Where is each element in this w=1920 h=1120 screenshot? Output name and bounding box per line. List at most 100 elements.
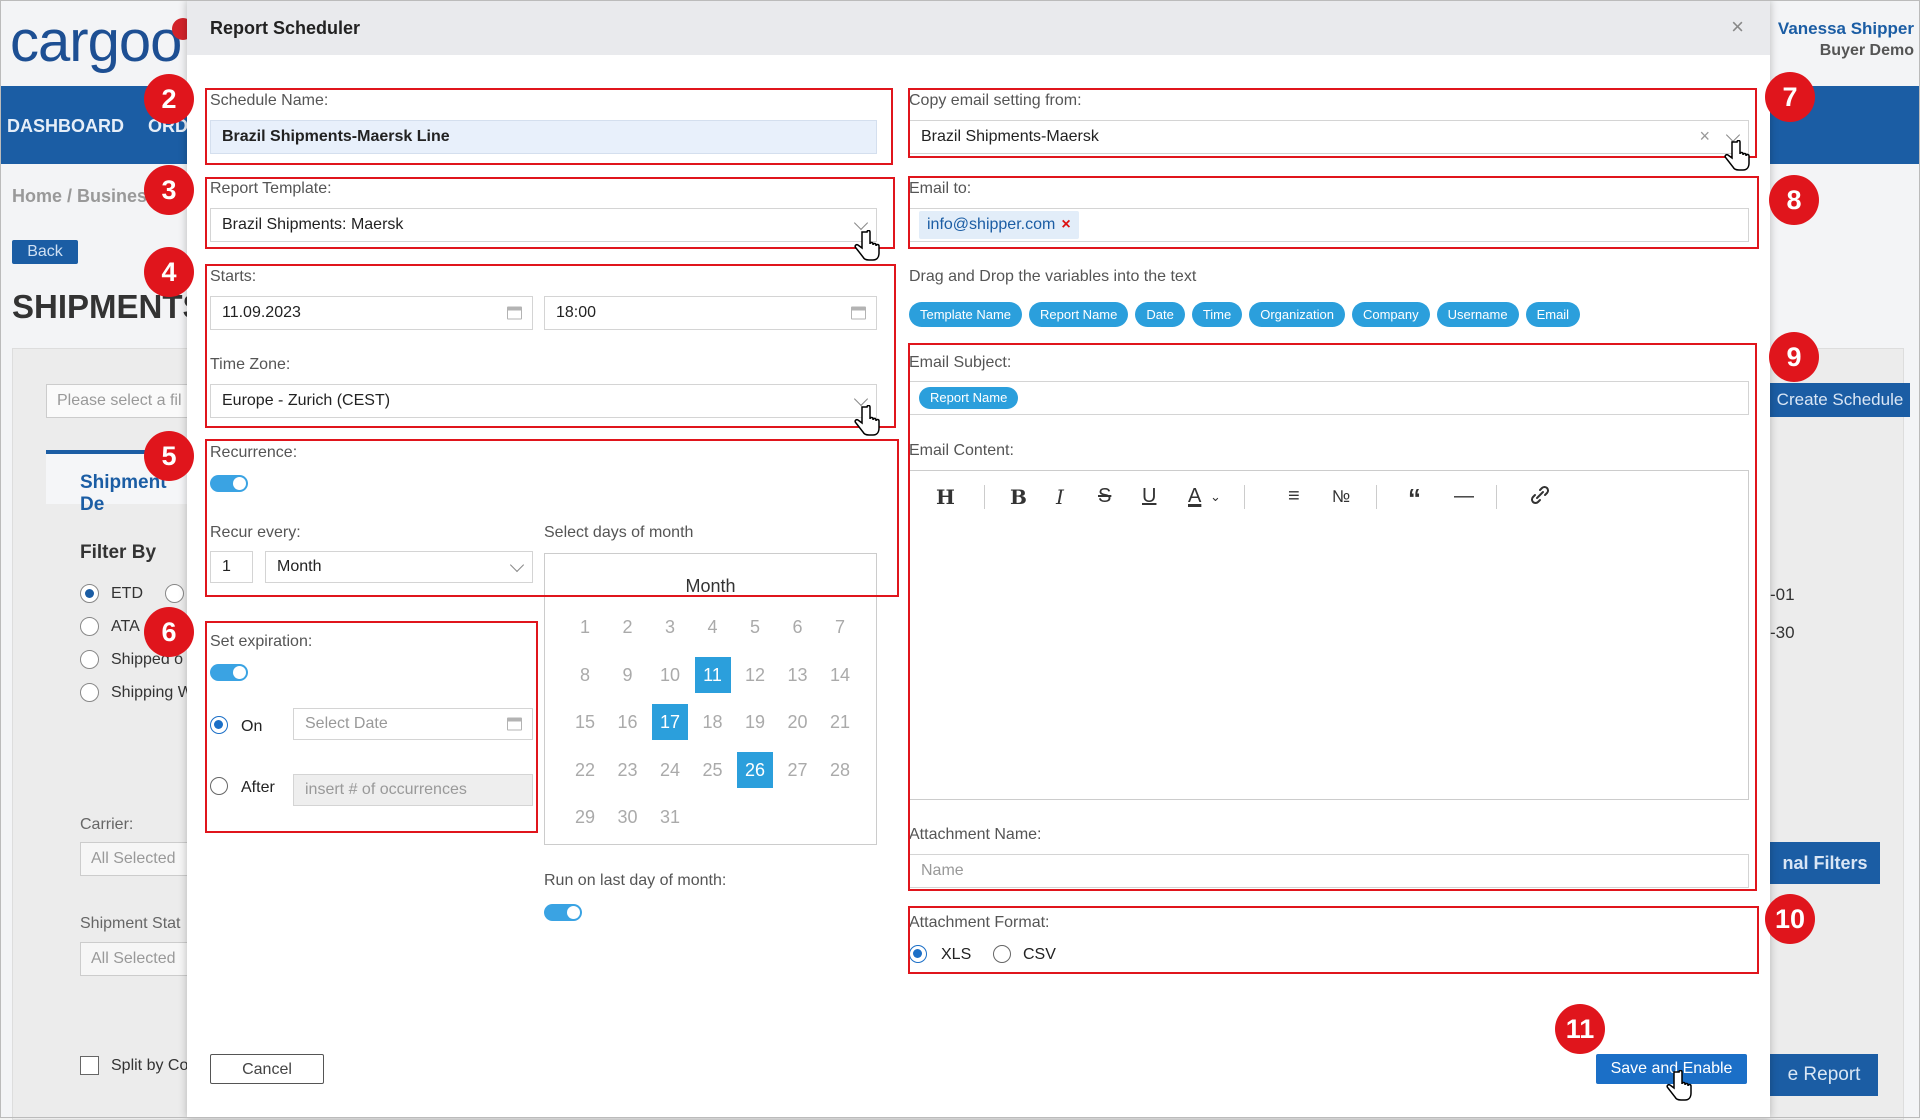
numbered-list-icon[interactable]: №	[1332, 487, 1350, 507]
recur-count-input[interactable]: 1	[210, 551, 253, 583]
email-to-label: Email to:	[909, 180, 972, 197]
radio-etd-label: ETD	[111, 585, 143, 602]
calendar-day[interactable]: 15	[567, 704, 603, 740]
recur-unit-value: Month	[277, 558, 322, 575]
copy-email-select[interactable]: Brazil Shipments-Maersk ×	[909, 120, 1749, 154]
email-subject-input[interactable]: Report Name	[909, 381, 1749, 415]
quote-icon[interactable]: “	[1408, 483, 1421, 514]
calendar-day[interactable]: 30	[610, 799, 646, 835]
radio-etd[interactable]	[80, 584, 99, 603]
calendar-day[interactable]: 23	[610, 752, 646, 788]
variable-chip-time[interactable]: Time	[1191, 302, 1243, 327]
calendar-day[interactable]: 22	[567, 752, 603, 788]
bold-icon[interactable]: B	[1010, 485, 1027, 509]
user-info[interactable]: Vanessa Shipper Buyer Demo	[1778, 18, 1914, 62]
calendar-day[interactable]: 13	[780, 657, 816, 693]
recurrence-toggle[interactable]	[210, 475, 248, 492]
start-date-input[interactable]: 11.09.2023	[210, 296, 533, 330]
annotation-badge-10: 10	[1765, 894, 1815, 944]
variable-chip-template-name[interactable]: Template Name	[909, 302, 1023, 327]
email-to-input[interactable]: info@shipper.com ×	[909, 208, 1749, 242]
last-day-toggle[interactable]	[544, 904, 582, 921]
calendar-day[interactable]: 27	[780, 752, 816, 788]
expiration-date-input[interactable]: Select Date	[293, 708, 533, 740]
report-template-select[interactable]: Brazil Shipments: Maersk	[210, 208, 877, 242]
variable-chip-organization[interactable]: Organization	[1249, 302, 1345, 327]
radio-ata[interactable]	[80, 617, 99, 636]
calendar-day[interactable]: 18	[695, 704, 731, 740]
calendar-day[interactable]: 12	[737, 657, 773, 693]
calendar-day[interactable]: 6	[780, 609, 816, 645]
radio-second[interactable]	[165, 584, 184, 603]
calendar-day[interactable]: 21	[822, 704, 858, 740]
create-schedule-button[interactable]: Create Schedule	[1770, 383, 1910, 417]
calendar-day[interactable]: 29	[567, 799, 603, 835]
calendar-day[interactable]: 9	[610, 657, 646, 693]
expiration-toggle[interactable]	[210, 664, 248, 681]
radio-shipped[interactable]	[80, 650, 99, 669]
close-icon[interactable]: ×	[1731, 14, 1744, 40]
calendar-day[interactable]: 14	[822, 657, 858, 693]
calendar-day[interactable]: 28	[822, 752, 858, 788]
variable-chip-email[interactable]: Email	[1525, 302, 1581, 327]
remove-recipient-icon[interactable]: ×	[1061, 216, 1070, 233]
back-button[interactable]: Back	[12, 240, 78, 264]
calendar-day[interactable]: 25	[695, 752, 731, 788]
timezone-select[interactable]: Europe - Zurich (CEST)	[210, 384, 877, 418]
start-time-input[interactable]: 18:00	[544, 296, 877, 330]
schedule-name-label: Schedule Name:	[210, 92, 329, 109]
copy-email-label: Copy email setting from:	[909, 92, 1082, 109]
clear-icon[interactable]: ×	[1699, 126, 1710, 147]
heading-icon[interactable]: H	[936, 485, 955, 509]
calendar-day[interactable]: 8	[567, 657, 603, 693]
calendar-day[interactable]: 24	[652, 752, 688, 788]
calendar-day[interactable]: 2	[610, 609, 646, 645]
schedule-name-input[interactable]: Brazil Shipments-Maersk Line	[210, 120, 877, 154]
chevron-down-icon[interactable]: ⌄	[1210, 489, 1221, 505]
strikethrough-icon[interactable]: S	[1098, 485, 1111, 508]
calendar-day[interactable]: 5	[737, 609, 773, 645]
variable-chip-report-name[interactable]: Report Name	[1029, 302, 1129, 327]
expiration-after-radio[interactable]	[210, 777, 228, 795]
calendar-day[interactable]: 20	[780, 704, 816, 740]
calendar-day[interactable]: 26	[737, 751, 773, 788]
variable-chip-username[interactable]: Username	[1436, 302, 1519, 327]
underline-icon[interactable]: U	[1142, 485, 1156, 508]
split-checkbox[interactable]	[80, 1056, 99, 1075]
annotation-badge-9: 9	[1769, 332, 1819, 382]
additional-filters-button[interactable]: nal Filters	[1770, 842, 1880, 884]
chevron-down-icon	[853, 215, 869, 231]
radio-shipping[interactable]	[80, 683, 99, 702]
italic-icon[interactable]: I	[1056, 485, 1064, 509]
expiration-on-radio[interactable]	[210, 716, 228, 734]
report-button[interactable]: e Report	[1770, 1054, 1878, 1096]
split-label: Split by Co	[111, 1057, 189, 1074]
format-csv-radio[interactable]	[993, 945, 1011, 963]
horizontal-rule-icon[interactable]: —	[1454, 485, 1474, 508]
calendar-day[interactable]: 17	[652, 704, 688, 740]
cancel-button[interactable]: Cancel	[210, 1054, 324, 1084]
attachment-name-input[interactable]: Name	[909, 854, 1749, 888]
annotation-badge-7: 7	[1765, 72, 1815, 122]
calendar-day[interactable]: 19	[737, 704, 773, 740]
variable-chip-date[interactable]: Date	[1135, 302, 1185, 327]
bullet-list-icon[interactable]: ≡	[1288, 485, 1300, 508]
text-color-icon[interactable]: A	[1188, 485, 1201, 508]
calendar-day[interactable]: 16	[610, 704, 646, 740]
calendar-day[interactable]: 11	[694, 656, 731, 693]
annotation-badge-5: 5	[144, 431, 194, 481]
format-xls-radio[interactable]	[909, 945, 927, 963]
occurrences-input[interactable]: insert # of occurrences	[293, 774, 533, 806]
email-content-editor[interactable]: H B I S U A ⌄ ≡ № “ —	[909, 470, 1749, 800]
calendar-day[interactable]: 1	[567, 609, 603, 645]
nav-dashboard[interactable]: DASHBOARD	[7, 116, 124, 137]
calendar-day[interactable]: 31	[652, 799, 688, 835]
variable-chip-company[interactable]: Company	[1351, 302, 1430, 327]
calendar-day[interactable]: 7	[822, 609, 858, 645]
calendar-day[interactable]: 4	[695, 609, 731, 645]
link-icon[interactable]	[1528, 485, 1552, 511]
calendar-day[interactable]: 3	[652, 609, 688, 645]
subject-chip-report-name[interactable]: Report Name	[919, 387, 1019, 409]
calendar-day[interactable]: 10	[652, 657, 688, 693]
recur-unit-select[interactable]: Month	[265, 551, 533, 583]
